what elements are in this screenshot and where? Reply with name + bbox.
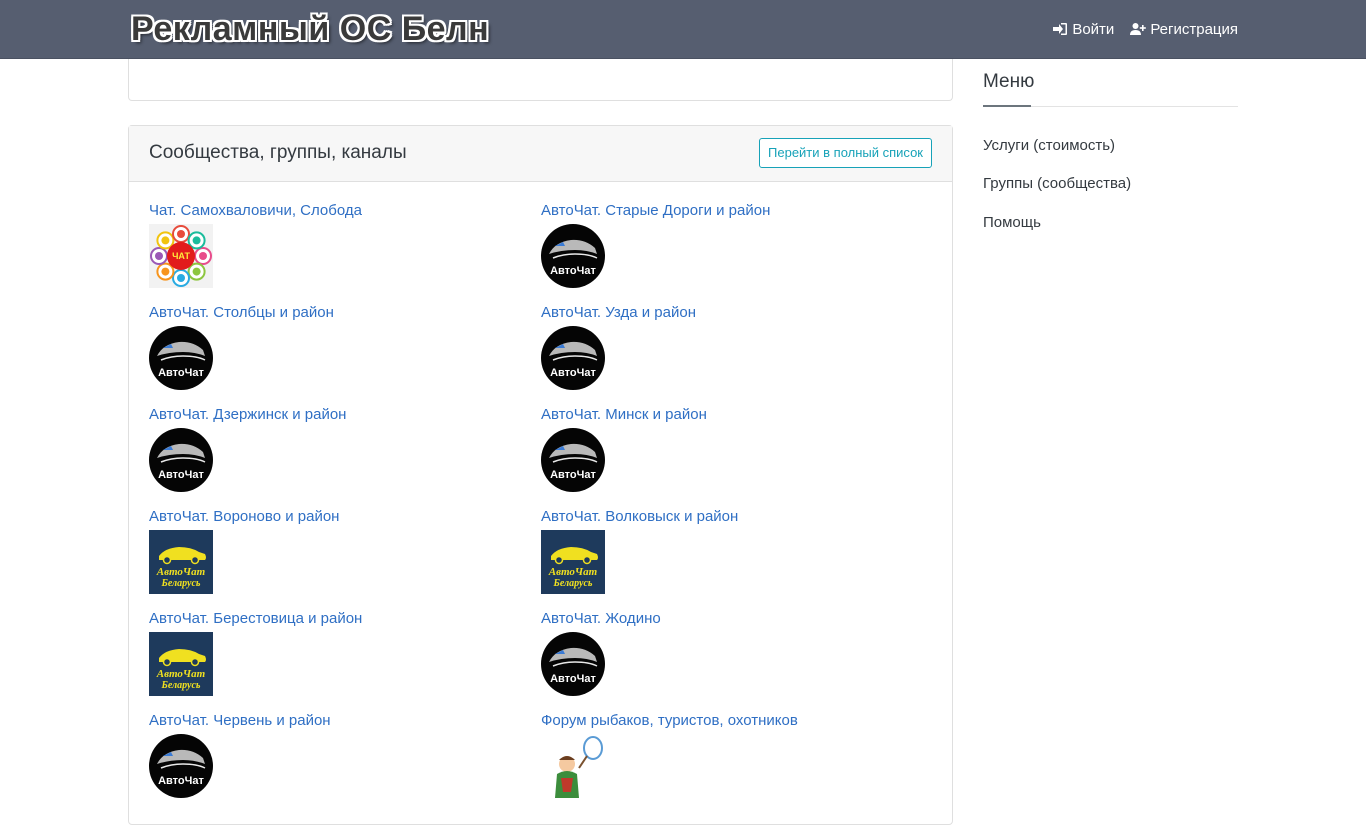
top-empty-panel	[128, 59, 953, 101]
community-item: АвтоЧат. Берестовица и район АвтоЧат Бел…	[149, 610, 541, 697]
community-item: Чат. Самохваловичи, Слобода ЧАТ	[149, 202, 541, 289]
community-item: АвтоЧат. Червень и район АвтоЧат	[149, 712, 541, 799]
autochat-belarus-thumb: АвтоЧат Беларусь	[541, 530, 605, 594]
autochat-thumb: АвтоЧат	[541, 326, 605, 390]
community-item: АвтоЧат. Минск и район АвтоЧат	[541, 406, 933, 493]
menu-divider-accent	[983, 105, 1031, 107]
community-link[interactable]: АвтоЧат. Минск и район	[541, 406, 933, 424]
community-link[interactable]: АвтоЧат. Жодино	[541, 610, 933, 628]
section-title: Сообщества, группы, каналы	[149, 142, 407, 163]
community-thumb-link[interactable]	[541, 734, 605, 798]
sign-in-icon	[1053, 23, 1068, 35]
top-navbar: Рекламный ОС Белн Войти Регистрация	[0, 0, 1366, 59]
autochat-belarus-thumb: АвтоЧат Беларусь	[149, 530, 213, 594]
auth-links: Войти Регистрация	[1052, 0, 1238, 58]
community-item: АвтоЧат. Вороново и район АвтоЧат Белару…	[149, 508, 541, 595]
community-link[interactable]: АвтоЧат. Столбцы и район	[149, 304, 541, 322]
community-link[interactable]: АвтоЧат. Вороново и район	[149, 508, 541, 526]
menu-title: Меню	[983, 71, 1035, 92]
fisher-thumb	[541, 734, 605, 798]
community-item: АвтоЧат. Старые Дороги и район АвтоЧат	[541, 202, 933, 289]
full-list-button[interactable]: Перейти в полный список	[759, 138, 932, 168]
community-link[interactable]: АвтоЧат. Червень и район	[149, 712, 541, 730]
chat-logo-thumb: ЧАТ	[149, 224, 213, 288]
autochat-thumb: АвтоЧат	[149, 734, 213, 798]
community-thumb-link[interactable]: АвтоЧат Беларусь	[149, 530, 213, 594]
svg-text:Беларусь: Беларусь	[161, 680, 201, 691]
community-thumb-link[interactable]: АвтоЧат	[541, 632, 605, 696]
community-thumb-link[interactable]: АвтоЧат	[149, 326, 213, 390]
svg-text:АвтоЧат: АвтоЧат	[158, 775, 204, 787]
community-link[interactable]: АвтоЧат. Дзержинск и район	[149, 406, 541, 424]
menu-item-groups[interactable]: Группы (сообщества)	[983, 175, 1131, 192]
community-item: Форум рыбаков, туристов, охотников	[541, 712, 933, 799]
community-thumb-link[interactable]: АвтоЧат	[541, 224, 605, 288]
autochat-thumb: АвтоЧат	[149, 428, 213, 492]
community-link[interactable]: Форум рыбаков, туристов, охотников	[541, 712, 933, 730]
communities-grid: Чат. Самохваловичи, Слобода ЧАТ АвтоЧат.…	[149, 202, 933, 799]
community-item: АвтоЧат. Дзержинск и район АвтоЧат	[149, 406, 541, 493]
svg-text:АвтоЧат: АвтоЧат	[550, 673, 596, 685]
community-link[interactable]: Чат. Самохваловичи, Слобода	[149, 202, 541, 220]
community-link[interactable]: АвтоЧат. Старые Дороги и район	[541, 202, 933, 220]
menu-item-help[interactable]: Помощь	[983, 214, 1041, 231]
community-thumb-link[interactable]: АвтоЧат	[149, 428, 213, 492]
autochat-thumb: АвтоЧат	[541, 428, 605, 492]
menu-item-services[interactable]: Услуги (стоимость)	[983, 137, 1115, 154]
autochat-thumb: АвтоЧат	[541, 632, 605, 696]
community-thumb-link[interactable]: ЧАТ	[149, 224, 213, 288]
community-link[interactable]: АвтоЧат. Узда и район	[541, 304, 933, 322]
login-label: Войти	[1072, 20, 1115, 38]
community-thumb-link[interactable]: АвтоЧат	[149, 734, 213, 798]
card-header: Сообщества, группы, каналы Перейти в пол…	[129, 126, 952, 182]
svg-text:АвтоЧат: АвтоЧат	[156, 668, 206, 680]
community-thumb-link[interactable]: АвтоЧат Беларусь	[149, 632, 213, 696]
community-thumb-link[interactable]: АвтоЧат Беларусь	[541, 530, 605, 594]
site-logo[interactable]: Рекламный ОС Белн	[131, 9, 493, 49]
svg-text:ЧАТ: ЧАТ	[172, 251, 190, 261]
autochat-thumb: АвтоЧат	[541, 224, 605, 288]
community-item: АвтоЧат. Жодино АвтоЧат	[541, 610, 933, 697]
community-item: АвтоЧат. Волковыск и район АвтоЧат Белар…	[541, 508, 933, 595]
svg-text:Беларусь: Беларусь	[553, 578, 593, 589]
community-link[interactable]: АвтоЧат. Берестовица и район	[149, 610, 541, 628]
community-thumb-link[interactable]: АвтоЧат	[541, 428, 605, 492]
svg-text:АвтоЧат: АвтоЧат	[550, 265, 596, 277]
login-link[interactable]: Войти	[1052, 21, 1114, 38]
autochat-belarus-thumb: АвтоЧат Беларусь	[149, 632, 213, 696]
user-plus-icon	[1130, 23, 1147, 35]
autochat-thumb: АвтоЧат	[149, 326, 213, 390]
svg-text:Беларусь: Беларусь	[161, 578, 201, 589]
svg-text:АвтоЧат: АвтоЧат	[548, 566, 598, 578]
community-item: АвтоЧат. Узда и район АвтоЧат	[541, 304, 933, 391]
svg-text:АвтоЧат: АвтоЧат	[550, 367, 596, 379]
register-link[interactable]: Регистрация	[1130, 21, 1238, 38]
svg-text:АвтоЧат: АвтоЧат	[158, 469, 204, 481]
svg-text:АвтоЧат: АвтоЧат	[156, 566, 206, 578]
community-item: АвтоЧат. Столбцы и район АвтоЧат	[149, 304, 541, 391]
register-label: Регистрация	[1150, 20, 1238, 38]
svg-text:АвтоЧат: АвтоЧат	[158, 367, 204, 379]
community-thumb-link[interactable]: АвтоЧат	[541, 326, 605, 390]
communities-card: Сообщества, группы, каналы Перейти в пол…	[128, 125, 953, 825]
svg-text:АвтоЧат: АвтоЧат	[550, 469, 596, 481]
community-link[interactable]: АвтоЧат. Волковыск и район	[541, 508, 933, 526]
